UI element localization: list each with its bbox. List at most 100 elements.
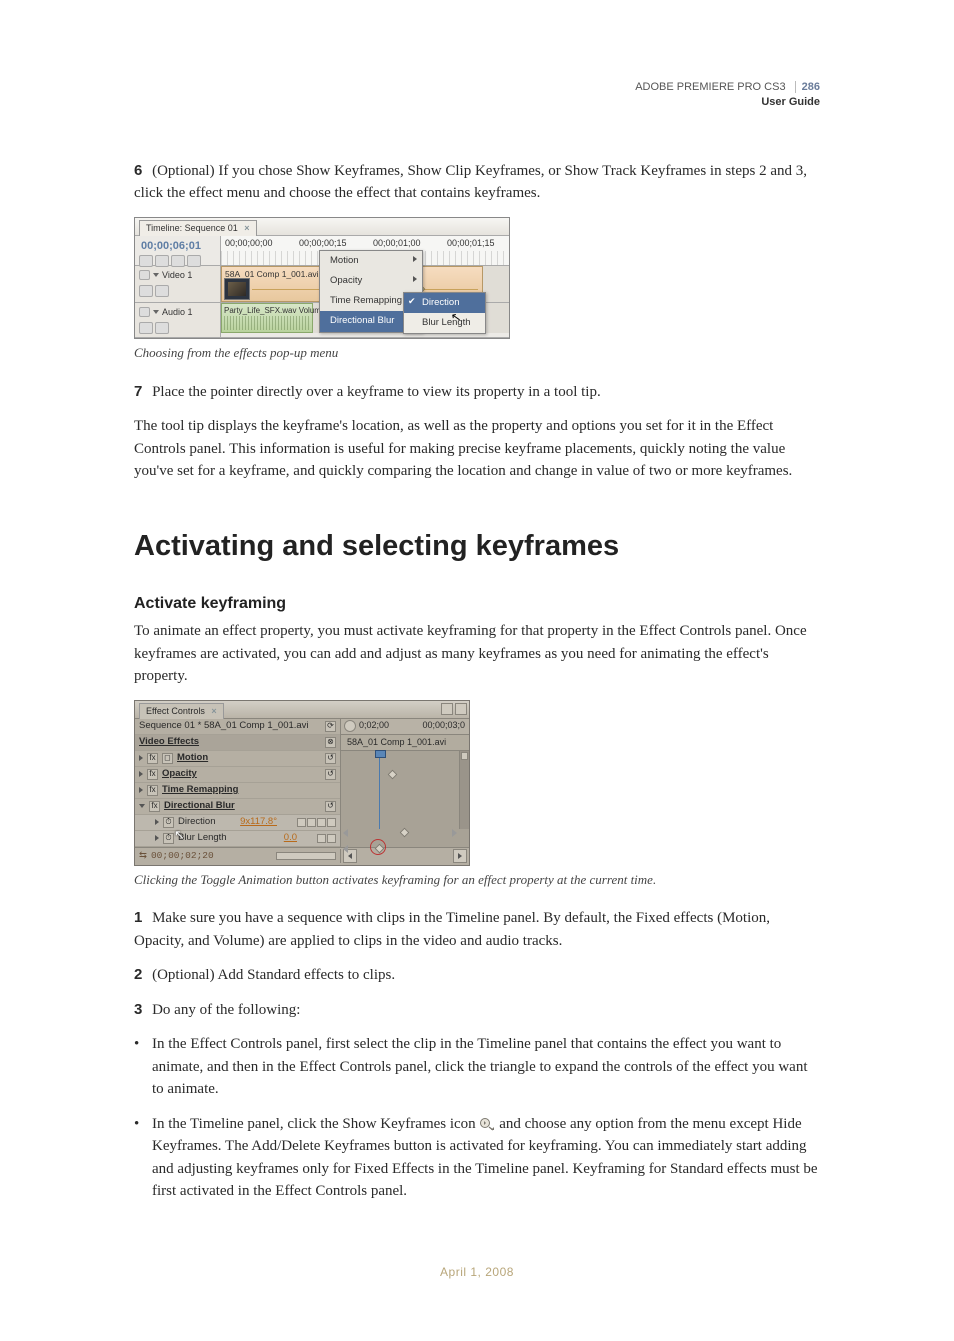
panel-footer: ⇆ 00;00;02;20 bbox=[135, 847, 469, 865]
playhead-icon[interactable] bbox=[379, 751, 380, 829]
step-number: 3 bbox=[134, 1001, 142, 1018]
effect-timeline[interactable]: 0;02;00 00;00;03;0 58A_01 Comp 1_001.avi bbox=[341, 719, 469, 847]
panel-menu-button[interactable] bbox=[455, 703, 467, 715]
panel-tab[interactable]: Timeline: Sequence 01 × bbox=[139, 220, 257, 237]
keyframe-diamond-icon[interactable] bbox=[400, 827, 410, 837]
section-toggle-button[interactable]: ⊗ bbox=[325, 737, 336, 748]
zoom-slider[interactable] bbox=[276, 852, 336, 860]
page-number: 286 bbox=[795, 81, 820, 93]
reset-button[interactable]: ↺ bbox=[325, 801, 336, 812]
show-hide-timeline-button[interactable]: ⟳ bbox=[325, 721, 336, 732]
go-to-time-button[interactable] bbox=[344, 720, 356, 732]
figure-effect-controls-panel: Effect Controls × Sequence 01 * 58A_01 C… bbox=[134, 700, 820, 866]
time-label: 00;00;03;0 bbox=[422, 719, 465, 733]
keyframe-navigator[interactable] bbox=[317, 834, 336, 843]
tool-button[interactable] bbox=[187, 255, 201, 267]
audio-clip[interactable]: Party_Life_SFX.wav Volum bbox=[221, 303, 313, 333]
chevron-right-icon[interactable] bbox=[139, 771, 143, 777]
ruler-label: 00;00;00;00 bbox=[225, 237, 273, 251]
step-text: Place the pointer directly over a keyfra… bbox=[152, 384, 601, 400]
callout-circle-icon bbox=[370, 839, 386, 855]
menu-item-opacity[interactable]: Opacity bbox=[320, 271, 422, 291]
reset-button[interactable]: ↺ bbox=[325, 769, 336, 780]
keyframe-navigator[interactable] bbox=[297, 818, 336, 827]
chevron-right-icon[interactable] bbox=[139, 787, 143, 793]
step-text: (Optional) Add Standard effects to clips… bbox=[152, 967, 395, 983]
track-toggle-button[interactable] bbox=[139, 307, 150, 317]
clip-bar: 58A_01 Comp 1_001.avi bbox=[341, 735, 469, 751]
show-keyframes-button[interactable] bbox=[155, 285, 169, 297]
show-keyframes-icon bbox=[479, 1117, 495, 1131]
prev-keyframe-icon[interactable] bbox=[343, 845, 348, 853]
paragraph-tooltip-info: The tool tip displays the keyframe's loc… bbox=[134, 415, 820, 483]
step-text: Make sure you have a sequence with clips… bbox=[134, 910, 770, 949]
keyframe-diamond-icon[interactable] bbox=[388, 769, 398, 779]
clip-breadcrumb: Sequence 01 * 58A_01 Comp 1_001.avi ⟳ bbox=[135, 719, 340, 735]
effect-toggle-button[interactable]: fx bbox=[149, 801, 160, 812]
toggle-animation-button[interactable]: ⏱ bbox=[163, 817, 174, 828]
current-timecode[interactable]: 00;00;06;01 bbox=[135, 236, 220, 255]
guide-label: User Guide bbox=[761, 96, 820, 108]
chevron-right-icon[interactable] bbox=[139, 755, 143, 761]
effect-row-motion[interactable]: fx ◻ Motion ↺ bbox=[135, 751, 340, 767]
set-display-style-button[interactable] bbox=[139, 322, 153, 334]
sync-icon[interactable]: ⇆ bbox=[139, 849, 147, 863]
prev-keyframe-icon[interactable] bbox=[343, 829, 348, 837]
step-text: Do any of the following: bbox=[152, 1002, 300, 1018]
panel-tabbar: Timeline: Sequence 01 × bbox=[135, 218, 509, 236]
chevron-right-icon[interactable] bbox=[155, 819, 159, 825]
effect-row-time-remapping[interactable]: fx Time Remapping bbox=[135, 783, 340, 799]
step-1: 1 Make sure you have a sequence with cli… bbox=[134, 907, 820, 952]
submenu-item-blur-length[interactable]: Blur Length bbox=[404, 313, 485, 333]
chevron-right-icon[interactable] bbox=[155, 835, 159, 841]
property-row-direction[interactable]: ⏱ Direction 9x117.8° bbox=[135, 815, 340, 831]
panel-menu-button[interactable] bbox=[441, 703, 453, 715]
chevron-down-icon[interactable] bbox=[139, 804, 145, 808]
submenu-item-direction[interactable]: Direction bbox=[404, 293, 485, 313]
effect-toggle-button[interactable]: fx bbox=[147, 753, 158, 764]
tool-button[interactable] bbox=[171, 255, 185, 267]
next-frame-button[interactable] bbox=[453, 849, 467, 863]
tool-button[interactable] bbox=[139, 255, 153, 267]
track-name: Video 1 bbox=[162, 269, 192, 283]
track-toggle-button[interactable] bbox=[139, 270, 150, 280]
effect-toggle-button[interactable]: fx bbox=[147, 785, 158, 796]
panel-tab-label: Effect Controls bbox=[146, 706, 205, 716]
show-keyframes-button[interactable] bbox=[155, 322, 169, 334]
vertical-scrollbar[interactable] bbox=[459, 751, 469, 829]
transform-icon: ◻ bbox=[162, 753, 173, 764]
page-footer-date: April 1, 2008 bbox=[134, 1263, 820, 1281]
effect-toggle-button[interactable]: fx bbox=[147, 769, 158, 780]
chevron-down-icon[interactable] bbox=[153, 310, 159, 314]
reset-button[interactable]: ↺ bbox=[325, 753, 336, 764]
property-value[interactable]: 0.0 bbox=[284, 831, 297, 845]
panel-tab[interactable]: Effect Controls × bbox=[139, 703, 224, 720]
section-heading: Activating and selecting keyframes bbox=[134, 525, 820, 569]
ruler-label: 00;00;00;15 bbox=[299, 237, 347, 251]
set-display-style-button[interactable] bbox=[139, 285, 153, 297]
menu-item-motion[interactable]: Motion bbox=[320, 251, 422, 271]
subsection-heading: Activate keyframing bbox=[134, 592, 820, 616]
close-icon[interactable]: × bbox=[244, 223, 249, 233]
tool-button[interactable] bbox=[155, 255, 169, 267]
step-2: 2 (Optional) Add Standard effects to cli… bbox=[134, 964, 820, 987]
effect-row-directional-blur[interactable]: fx Directional Blur ↺ bbox=[135, 799, 340, 815]
panel-tab-label: Timeline: Sequence 01 bbox=[146, 223, 238, 233]
close-icon[interactable]: × bbox=[211, 706, 216, 716]
figure-caption: Clicking the Toggle Animation button act… bbox=[134, 870, 820, 890]
property-value[interactable]: 9x117.8° bbox=[240, 815, 277, 829]
chevron-down-icon[interactable] bbox=[153, 273, 159, 277]
footer-timecode[interactable]: 00;00;02;20 bbox=[151, 849, 214, 863]
ruler-label: 00;00;01;15 bbox=[447, 237, 495, 251]
effect-property-submenu[interactable]: Direction Blur Length bbox=[403, 292, 486, 335]
step-number: 6 bbox=[134, 162, 142, 179]
step-7: 7 Place the pointer directly over a keyf… bbox=[134, 381, 820, 404]
next-keyframe-icon[interactable] bbox=[452, 829, 457, 837]
page-header: ADOBE PREMIERE PRO CS3 286 User Guide bbox=[134, 80, 820, 110]
waveform-icon bbox=[224, 316, 310, 330]
toggle-animation-button[interactable]: ⏱ bbox=[163, 833, 174, 844]
step-3: 3 Do any of the following: bbox=[134, 999, 820, 1022]
effect-row-opacity[interactable]: fx Opacity ↺ bbox=[135, 767, 340, 783]
property-row-blur-length[interactable]: ⏱ Blur Length 0.0 bbox=[135, 831, 340, 847]
ruler-label: 00;00;01;00 bbox=[373, 237, 421, 251]
